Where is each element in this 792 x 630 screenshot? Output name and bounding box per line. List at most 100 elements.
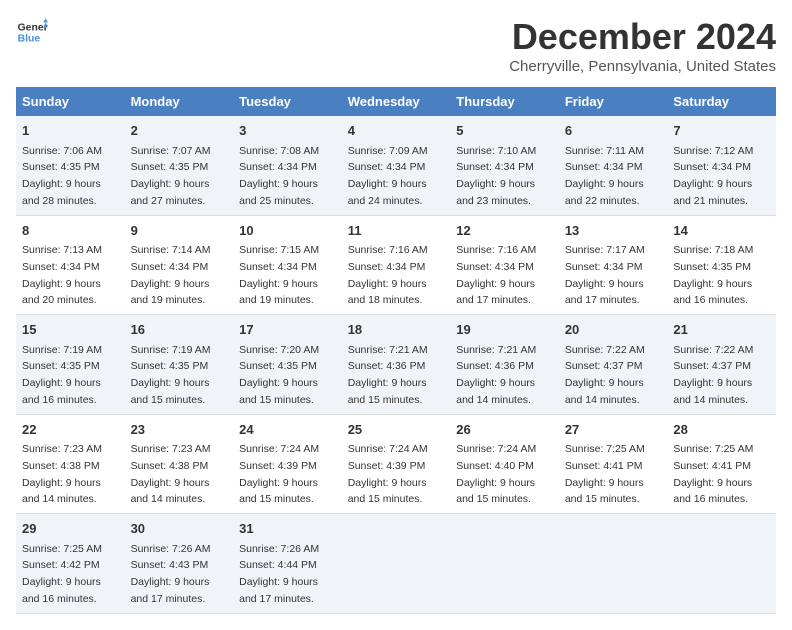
day-cell: 3 Sunrise: 7:08 AMSunset: 4:34 PMDaylight… [233, 116, 342, 215]
day-number: 8 [22, 221, 119, 241]
day-cell: 21Sunrise: 7:22 AMSunset: 4:37 PMDayligh… [667, 315, 776, 415]
day-info: Sunrise: 7:11 AMSunset: 4:34 PMDaylight:… [565, 145, 644, 207]
day-info: Sunrise: 7:24 AMSunset: 4:39 PMDaylight:… [239, 443, 319, 505]
day-cell: 8 Sunrise: 7:13 AMSunset: 4:34 PMDaylight… [16, 215, 125, 315]
day-info: Sunrise: 7:17 AMSunset: 4:34 PMDaylight:… [565, 244, 645, 306]
day-number: 3 [239, 121, 336, 141]
day-number: 19 [456, 320, 553, 340]
day-cell: 27 Sunrise: 7:25 AMSunset: 4:41 PMDayligh… [559, 414, 668, 514]
day-info: Sunrise: 7:08 AMSunset: 4:34 PMDaylight:… [239, 145, 319, 207]
day-info: Sunrise: 7:19 AMSunset: 4:35 PMDaylight:… [131, 344, 211, 406]
title-section: December 2024 Cherryville, Pennsylvania,… [509, 16, 776, 75]
day-number: 22 [22, 420, 119, 440]
day-cell: 24 Sunrise: 7:24 AMSunset: 4:39 PMDayligh… [233, 414, 342, 514]
day-info: Sunrise: 7:20 AMSunset: 4:35 PMDaylight:… [239, 344, 319, 406]
day-info: Sunrise: 7:12 AMSunset: 4:34 PMDaylight:… [673, 145, 753, 207]
day-info: Sunrise: 7:16 AMSunset: 4:34 PMDaylight:… [456, 244, 536, 306]
week-row-4: 22 Sunrise: 7:23 AMSunset: 4:38 PMDayligh… [16, 414, 776, 514]
day-number: 14 [673, 221, 770, 241]
day-info: Sunrise: 7:21 AMSunset: 4:36 PMDaylight:… [348, 344, 428, 406]
day-info: Sunrise: 7:22 AMSunset: 4:37 PMDaylight:… [565, 344, 645, 406]
day-cell: 1Sunrise: 7:06 AMSunset: 4:35 PMDaylight… [16, 116, 125, 215]
day-number: 7 [673, 121, 770, 141]
day-number: 21 [673, 320, 770, 340]
day-cell: 20Sunrise: 7:22 AMSunset: 4:37 PMDayligh… [559, 315, 668, 415]
day-cell: 17 Sunrise: 7:20 AMSunset: 4:35 PMDayligh… [233, 315, 342, 415]
day-cell: 5 Sunrise: 7:10 AMSunset: 4:34 PMDaylight… [450, 116, 559, 215]
day-number: 24 [239, 420, 336, 440]
logo: General Blue [16, 16, 48, 48]
day-info: Sunrise: 7:14 AMSunset: 4:34 PMDaylight:… [131, 244, 211, 306]
day-number: 10 [239, 221, 336, 241]
day-info: Sunrise: 7:21 AMSunset: 4:36 PMDaylight:… [456, 344, 536, 406]
day-number: 23 [131, 420, 228, 440]
week-row-5: 29Sunrise: 7:25 AMSunset: 4:42 PMDayligh… [16, 514, 776, 614]
header-thursday: Thursday [450, 87, 559, 116]
header-monday: Monday [125, 87, 234, 116]
day-cell: 13 Sunrise: 7:17 AMSunset: 4:34 PMDayligh… [559, 215, 668, 315]
svg-text:Blue: Blue [18, 34, 41, 45]
day-number: 4 [348, 121, 445, 141]
header-wednesday: Wednesday [342, 87, 451, 116]
day-info: Sunrise: 7:09 AMSunset: 4:34 PMDaylight:… [348, 145, 428, 207]
day-cell: 14 Sunrise: 7:18 AMSunset: 4:35 PMDayligh… [667, 215, 776, 315]
day-number: 5 [456, 121, 553, 141]
day-number: 2 [131, 121, 228, 141]
day-cell [667, 514, 776, 614]
month-title: December 2024 [509, 16, 776, 58]
header-saturday: Saturday [667, 87, 776, 116]
week-row-3: 15 Sunrise: 7:19 AMSunset: 4:35 PMDayligh… [16, 315, 776, 415]
day-info: Sunrise: 7:07 AMSunset: 4:35 PMDaylight:… [131, 145, 211, 207]
day-cell: 26Sunrise: 7:24 AMSunset: 4:40 PMDayligh… [450, 414, 559, 514]
day-cell [559, 514, 668, 614]
header-row: SundayMondayTuesdayWednesdayThursdayFrid… [16, 87, 776, 116]
day-cell: 29Sunrise: 7:25 AMSunset: 4:42 PMDayligh… [16, 514, 125, 614]
day-cell: 28 Sunrise: 7:25 AMSunset: 4:41 PMDayligh… [667, 414, 776, 514]
logo-icon: General Blue [16, 16, 48, 48]
day-info: Sunrise: 7:23 AMSunset: 4:38 PMDaylight:… [22, 443, 102, 505]
day-info: Sunrise: 7:23 AMSunset: 4:38 PMDaylight:… [131, 443, 211, 505]
day-info: Sunrise: 7:15 AMSunset: 4:34 PMDaylight:… [239, 244, 319, 306]
day-number: 29 [22, 519, 119, 539]
day-number: 17 [239, 320, 336, 340]
day-cell: 19 Sunrise: 7:21 AMSunset: 4:36 PMDayligh… [450, 315, 559, 415]
day-info: Sunrise: 7:06 AMSunset: 4:35 PMDaylight:… [22, 145, 102, 207]
day-number: 6 [565, 121, 662, 141]
day-cell [342, 514, 451, 614]
day-cell: 11Sunrise: 7:16 AMSunset: 4:34 PMDayligh… [342, 215, 451, 315]
day-info: Sunrise: 7:13 AMSunset: 4:34 PMDaylight:… [22, 244, 102, 306]
day-info: Sunrise: 7:19 AMSunset: 4:35 PMDaylight:… [22, 344, 102, 406]
week-row-2: 8 Sunrise: 7:13 AMSunset: 4:34 PMDaylight… [16, 215, 776, 315]
day-number: 9 [131, 221, 228, 241]
day-cell: 16 Sunrise: 7:19 AMSunset: 4:35 PMDayligh… [125, 315, 234, 415]
day-number: 16 [131, 320, 228, 340]
day-info: Sunrise: 7:10 AMSunset: 4:34 PMDaylight:… [456, 145, 536, 207]
header-sunday: Sunday [16, 87, 125, 116]
day-number: 18 [348, 320, 445, 340]
day-cell: 31Sunrise: 7:26 AMSunset: 4:44 PMDayligh… [233, 514, 342, 614]
page-header: General Blue December 2024 Cherryville, … [16, 16, 776, 75]
day-number: 15 [22, 320, 119, 340]
day-info: Sunrise: 7:16 AMSunset: 4:34 PMDaylight:… [348, 244, 428, 306]
day-info: Sunrise: 7:25 AMSunset: 4:41 PMDaylight:… [673, 443, 753, 505]
day-cell: 12 Sunrise: 7:16 AMSunset: 4:34 PMDayligh… [450, 215, 559, 315]
day-info: Sunrise: 7:25 AMSunset: 4:41 PMDaylight:… [565, 443, 645, 505]
day-cell: 9 Sunrise: 7:14 AMSunset: 4:34 PMDaylight… [125, 215, 234, 315]
day-cell: 10 Sunrise: 7:15 AMSunset: 4:34 PMDayligh… [233, 215, 342, 315]
day-info: Sunrise: 7:18 AMSunset: 4:35 PMDaylight:… [673, 244, 753, 306]
day-number: 13 [565, 221, 662, 241]
day-number: 25 [348, 420, 445, 440]
day-cell: 25 Sunrise: 7:24 AMSunset: 4:39 PMDayligh… [342, 414, 451, 514]
day-cell: 30Sunrise: 7:26 AMSunset: 4:43 PMDayligh… [125, 514, 234, 614]
day-number: 12 [456, 221, 553, 241]
header-friday: Friday [559, 87, 668, 116]
day-number: 28 [673, 420, 770, 440]
day-cell: 7 Sunrise: 7:12 AMSunset: 4:34 PMDaylight… [667, 116, 776, 215]
day-number: 27 [565, 420, 662, 440]
day-number: 30 [131, 519, 228, 539]
day-info: Sunrise: 7:24 AMSunset: 4:40 PMDaylight:… [456, 443, 536, 505]
day-info: Sunrise: 7:24 AMSunset: 4:39 PMDaylight:… [348, 443, 428, 505]
day-cell: 18 Sunrise: 7:21 AMSunset: 4:36 PMDayligh… [342, 315, 451, 415]
calendar-table: SundayMondayTuesdayWednesdayThursdayFrid… [16, 87, 776, 614]
day-cell: 15 Sunrise: 7:19 AMSunset: 4:35 PMDayligh… [16, 315, 125, 415]
